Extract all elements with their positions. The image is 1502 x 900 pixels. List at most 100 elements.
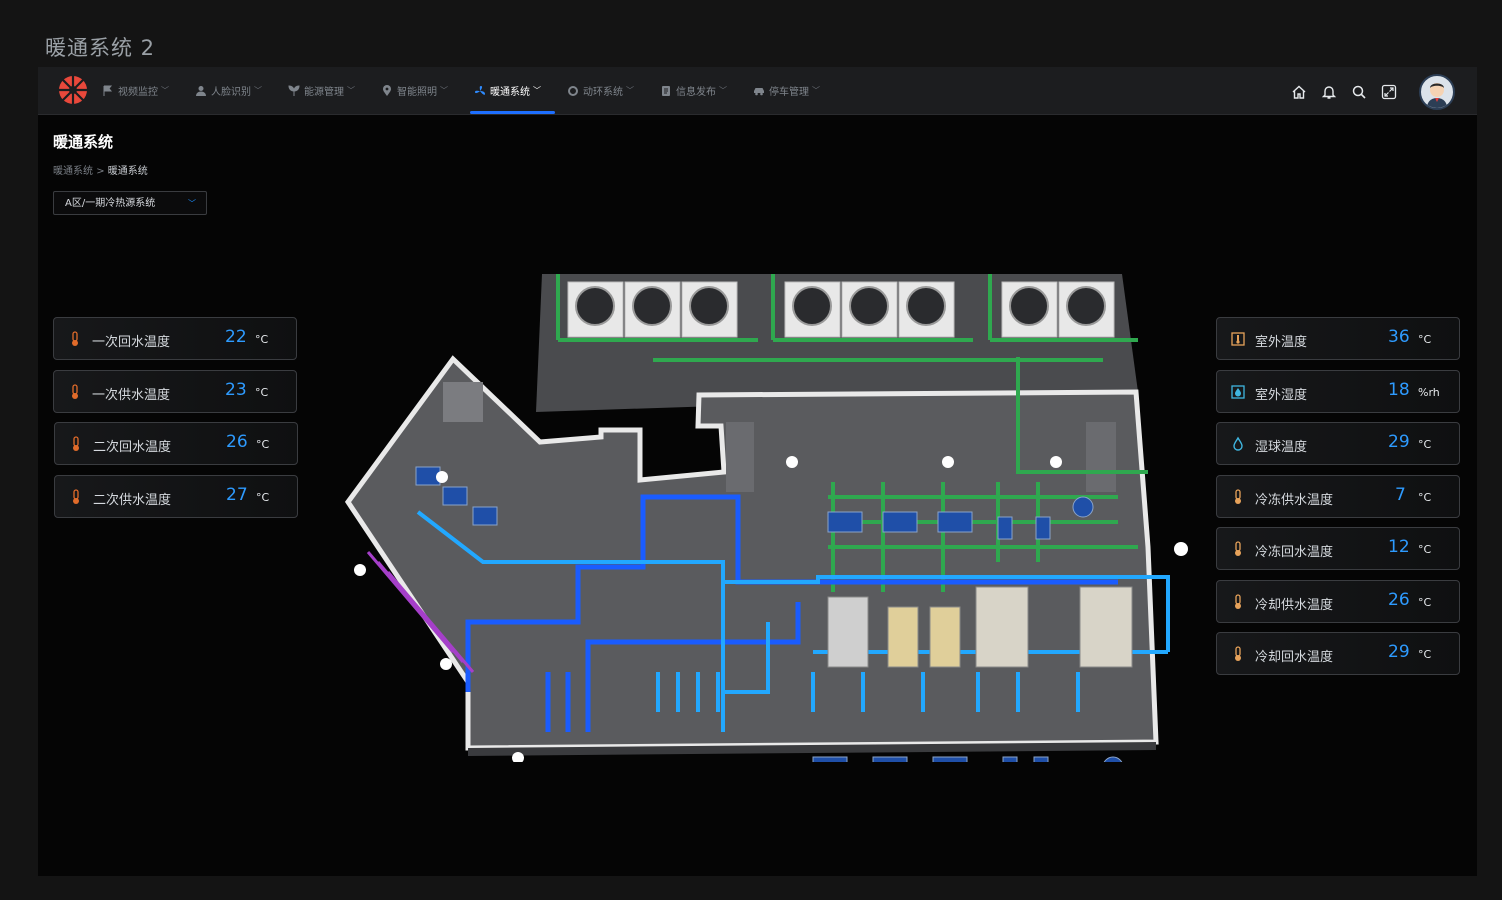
stairs bbox=[1086, 422, 1116, 492]
metric-unit: °C bbox=[256, 438, 270, 451]
flag-icon bbox=[103, 85, 113, 96]
chevron-down-icon: ﹀ bbox=[812, 86, 820, 95]
chevron-down-icon: ﹀ bbox=[719, 86, 727, 95]
metric-value: 29 bbox=[1388, 432, 1410, 452]
nav-item-hvac[interactable]: 暖通系统 ﹀ bbox=[470, 67, 555, 114]
page-title: 暖通系统 bbox=[53, 133, 114, 151]
humidity-box-icon bbox=[1231, 385, 1245, 399]
nav-label: 智能照明 bbox=[397, 87, 437, 98]
metric-card: 室外温度 36 °C bbox=[1216, 317, 1460, 360]
metric-label: 冷冻供水温度 bbox=[1255, 493, 1334, 508]
system-select-value: A区/一期冷热源系统 bbox=[65, 198, 156, 209]
fullscreen-button[interactable] bbox=[1379, 82, 1399, 102]
chevron-down-icon: ﹀ bbox=[533, 86, 541, 95]
nav-item-energy[interactable]: 能源管理 ﹀ bbox=[288, 67, 369, 114]
chevron-down-icon: ﹀ bbox=[440, 86, 448, 95]
thermometer-box-icon bbox=[1231, 332, 1245, 346]
metric-value: 18 bbox=[1388, 380, 1410, 400]
nav-label: 视频监控 bbox=[118, 87, 158, 98]
breadcrumb-parent[interactable]: 暖通系统 bbox=[53, 166, 93, 177]
metric-value: 22 bbox=[225, 327, 247, 347]
metric-unit: °C bbox=[256, 491, 270, 504]
hvac-3d-scene[interactable] bbox=[318, 262, 1198, 762]
chevron-down-icon: ﹀ bbox=[626, 86, 634, 95]
location-pin-icon bbox=[383, 84, 391, 96]
metric-label: 一次回水温度 bbox=[92, 335, 171, 350]
metric-label: 二次回水温度 bbox=[93, 440, 172, 455]
metric-value: 26 bbox=[1388, 590, 1410, 610]
document-icon bbox=[662, 85, 670, 96]
stairs bbox=[726, 422, 754, 492]
metric-label: 室外湿度 bbox=[1255, 388, 1308, 403]
metric-unit: °C bbox=[1418, 543, 1432, 556]
breadcrumb-current: 暖通系统 bbox=[107, 166, 148, 177]
metric-label: 冷却供水温度 bbox=[1255, 598, 1334, 613]
nav-label: 暖通系统 bbox=[490, 87, 530, 98]
thermometer-icon bbox=[1235, 489, 1241, 504]
metric-label: 二次供水温度 bbox=[93, 493, 172, 508]
thermometer-icon bbox=[73, 489, 79, 504]
chevron-down-icon: ﹀ bbox=[347, 86, 355, 95]
nav-item-video[interactable]: 视频监控 ﹀ bbox=[102, 67, 183, 114]
metric-card: 一次供水温度 23 °C bbox=[53, 370, 297, 413]
thermometer-icon bbox=[72, 331, 78, 346]
metric-unit: °C bbox=[1418, 491, 1432, 504]
metric-card: 冷却供水温度 26 °C bbox=[1216, 580, 1460, 623]
nav-item-parking[interactable]: 停车管理 ﹀ bbox=[753, 67, 834, 114]
search-icon bbox=[1352, 85, 1366, 99]
metric-value: 36 bbox=[1388, 327, 1410, 347]
nav-item-environment[interactable]: 动环系统 ﹀ bbox=[567, 67, 648, 114]
nav-item-lighting[interactable]: 智能照明 ﹀ bbox=[381, 67, 462, 114]
thermometer-icon bbox=[1235, 541, 1241, 556]
avatar[interactable] bbox=[1419, 74, 1455, 110]
top-navbar: 视频监控 ﹀ 人脸识别 ﹀ 能源管理 ﹀ 智能照明 ﹀ 暖通系统 ﹀ 动环系统 ﹀ bbox=[38, 67, 1477, 115]
nav-label: 信息发布 bbox=[676, 87, 716, 98]
metric-value: 12 bbox=[1388, 537, 1410, 557]
metric-card: 冷却回水温度 29 °C bbox=[1216, 632, 1460, 675]
app-frame: 视频监控 ﹀ 人脸识别 ﹀ 能源管理 ﹀ 智能照明 ﹀ 暖通系统 ﹀ 动环系统 ﹀ bbox=[38, 67, 1477, 876]
metric-unit: °C bbox=[1418, 596, 1432, 609]
metric-label: 一次供水温度 bbox=[92, 388, 171, 403]
heat-exchanger-unit bbox=[443, 382, 483, 422]
metric-unit: °C bbox=[255, 333, 269, 346]
nav-label: 动环系统 bbox=[583, 87, 623, 98]
search-button[interactable] bbox=[1349, 82, 1369, 102]
nav-item-face[interactable]: 人脸识别 ﹀ bbox=[195, 67, 276, 114]
person-icon bbox=[196, 85, 206, 96]
metric-card: 冷冻回水温度 12 °C bbox=[1216, 527, 1460, 570]
metric-card: 二次回水温度 26 °C bbox=[54, 422, 298, 465]
thermometer-icon bbox=[1235, 646, 1241, 661]
toolbar bbox=[1279, 74, 1455, 110]
metric-value: 7 bbox=[1395, 485, 1406, 505]
home-button[interactable] bbox=[1289, 82, 1309, 102]
chevron-down-icon: ﹀ bbox=[188, 199, 196, 208]
breadcrumb-separator: > bbox=[96, 166, 105, 177]
metric-value: 29 bbox=[1388, 642, 1410, 662]
thermometer-icon bbox=[73, 436, 79, 451]
metric-unit: °C bbox=[1418, 333, 1432, 346]
metric-value: 26 bbox=[226, 432, 248, 452]
nav-label: 人脸识别 bbox=[211, 87, 251, 98]
metric-unit: °C bbox=[255, 386, 269, 399]
metric-label: 湿球温度 bbox=[1255, 440, 1308, 455]
metric-card: 室外湿度 18 %rh bbox=[1216, 370, 1460, 413]
fan-icon bbox=[475, 85, 485, 95]
chevron-down-icon: ﹀ bbox=[254, 86, 262, 95]
metric-unit: °C bbox=[1418, 648, 1432, 661]
breadcrumb: 暖通系统 > 暖通系统 bbox=[53, 162, 148, 177]
notifications-button[interactable] bbox=[1319, 82, 1339, 102]
chevron-down-icon: ﹀ bbox=[161, 86, 169, 95]
system-select[interactable]: A区/一期冷热源系统 ﹀ bbox=[53, 191, 207, 215]
metric-value: 23 bbox=[225, 380, 247, 400]
leaf-icon bbox=[288, 84, 300, 96]
metric-label: 冷冻回水温度 bbox=[1255, 545, 1334, 560]
metric-label: 冷却回水温度 bbox=[1255, 650, 1334, 665]
metric-card: 冷冻供水温度 7 °C bbox=[1216, 475, 1460, 518]
metric-card: 湿球温度 29 °C bbox=[1216, 422, 1460, 465]
window-title: 暖通系统 2 bbox=[45, 36, 156, 60]
metric-unit: %rh bbox=[1418, 386, 1440, 399]
thermometer-icon bbox=[72, 384, 78, 399]
nav-item-publish[interactable]: 信息发布 ﹀ bbox=[660, 67, 741, 114]
logo-icon[interactable] bbox=[58, 75, 88, 105]
metric-label: 室外温度 bbox=[1255, 335, 1308, 350]
